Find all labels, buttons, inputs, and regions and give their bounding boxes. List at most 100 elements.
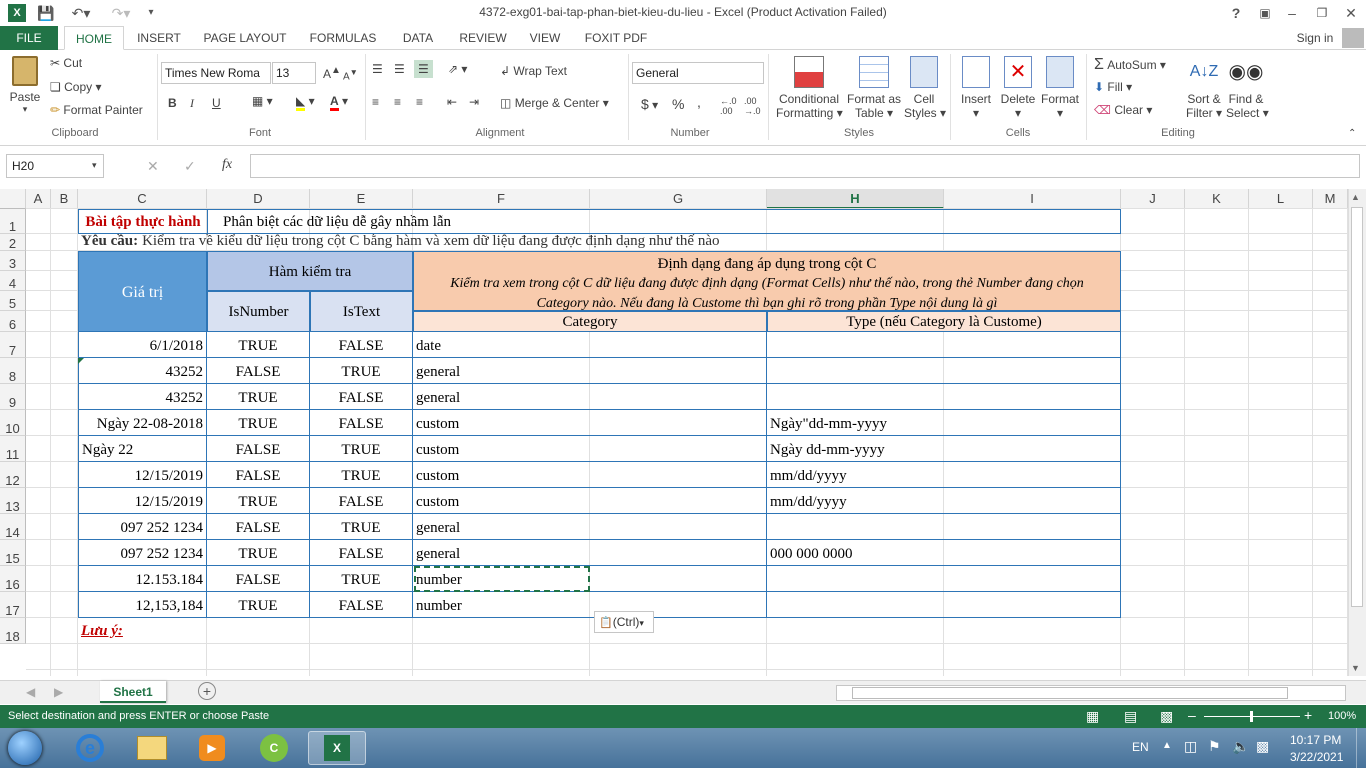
align-left-icon[interactable]: ≡ xyxy=(372,95,379,109)
header-isnumber[interactable]: IsNumber xyxy=(207,291,310,332)
note-label[interactable]: Lưu ý: xyxy=(78,618,207,644)
fill-color-icon[interactable]: ◣ ▾ xyxy=(296,94,315,111)
autosum-button[interactable]: Σ AutoSum ▾ xyxy=(1094,56,1166,74)
horizontal-scroll-thumb[interactable] xyxy=(852,687,1288,699)
coccoc-browser-icon[interactable]: C xyxy=(248,731,300,765)
cell-c15[interactable]: 097 252 1234 xyxy=(78,540,207,566)
increase-decimal-icon[interactable]: ←.0.00 xyxy=(720,96,737,116)
cell-h9[interactable] xyxy=(767,384,1121,410)
formula-input[interactable] xyxy=(250,154,1360,178)
cell-f10[interactable]: custom xyxy=(413,410,767,436)
action-center-icon[interactable]: ⚑ xyxy=(1208,738,1221,755)
exercise-subtitle[interactable]: Phân biệt các dữ liệu dễ gây nhầm lẫn xyxy=(207,209,1121,234)
help-button[interactable]: ? xyxy=(1228,3,1244,23)
next-sheet-icon[interactable]: ▶ xyxy=(54,685,63,699)
orientation-icon[interactable]: ⇗ ▾ xyxy=(448,62,467,76)
cell-h16[interactable] xyxy=(767,566,1121,592)
sort-filter-button[interactable]: A↓Z Sort & Filter ▾ xyxy=(1184,56,1224,120)
cell-h14[interactable] xyxy=(767,514,1121,540)
cell-d17[interactable]: TRUE xyxy=(207,592,310,618)
cell-e13[interactable]: FALSE xyxy=(310,488,413,514)
header-format-desc[interactable]: Kiểm tra xem trong cột C dữ liệu đang đư… xyxy=(413,271,1121,311)
tab-review[interactable]: REVIEW xyxy=(452,26,514,50)
tab-formulas[interactable]: FORMULAS xyxy=(302,26,384,50)
delete-cells-button[interactable]: ✕ Delete ▾ xyxy=(998,56,1038,120)
restore-icon[interactable]: ❐ xyxy=(1313,3,1331,23)
cell-h13[interactable]: mm/dd/yyyy xyxy=(767,488,1121,514)
cell-e10[interactable]: FALSE xyxy=(310,410,413,436)
scroll-down-icon[interactable]: ▼ xyxy=(1351,663,1360,673)
cell-e16[interactable]: TRUE xyxy=(310,566,413,592)
file-explorer-icon[interactable] xyxy=(126,731,178,765)
minimize-icon[interactable]: – xyxy=(1283,3,1301,23)
cell-d13[interactable]: TRUE xyxy=(207,488,310,514)
tab-data[interactable]: DATA xyxy=(392,26,444,50)
align-right-icon[interactable]: ≡ xyxy=(416,95,423,109)
volume-icon[interactable]: 🔈 xyxy=(1232,738,1249,755)
zoom-out-icon[interactable]: – xyxy=(1188,707,1196,723)
comma-button[interactable]: , xyxy=(697,94,701,110)
font-color-icon[interactable]: A ▾ xyxy=(330,94,348,111)
cell-d9[interactable]: TRUE xyxy=(207,384,310,410)
decrease-font-icon[interactable]: A▼ xyxy=(343,67,358,82)
paste-button[interactable]: Paste ▾ xyxy=(8,56,42,115)
cell-h11[interactable]: Ngày dd-mm-yyyy xyxy=(767,436,1121,462)
show-desktop-button[interactable] xyxy=(1356,728,1366,768)
header-type[interactable]: Type (nếu Category là Custome) xyxy=(767,311,1121,332)
cell-h15[interactable]: 000 000 0000 xyxy=(767,540,1121,566)
increase-font-icon[interactable]: A▲ xyxy=(323,65,341,81)
cell-e14[interactable]: TRUE xyxy=(310,514,413,540)
header-format-title[interactable]: Định dạng đang áp dụng trong cột C xyxy=(413,251,1121,271)
cell-h10[interactable]: Ngày"dd-mm-yyyy xyxy=(767,410,1121,436)
exercise-title[interactable]: Bài tập thực hành xyxy=(78,209,207,234)
sheet-tab-sheet1[interactable]: Sheet1 xyxy=(100,681,166,703)
cell-e11[interactable]: TRUE xyxy=(310,436,413,462)
enter-formula-icon[interactable]: ✓ xyxy=(184,158,196,175)
align-top-icon[interactable]: ☰ xyxy=(372,62,383,76)
cell-c10[interactable]: Ngày 22-08-2018 xyxy=(78,410,207,436)
scroll-thumb[interactable] xyxy=(1351,207,1363,607)
cell-c12[interactable]: 12/15/2019 xyxy=(78,462,207,488)
worksheet-grid[interactable]: ABCDEFGHIJKLM 1 2 3 4 5 6 7 8 9 10 11 12 13 14 15 16 17 1… xyxy=(0,189,1366,676)
cell-e9[interactable]: FALSE xyxy=(310,384,413,410)
header-check-functions[interactable]: Hàm kiểm tra xyxy=(207,251,413,291)
page-break-view-icon[interactable]: ▩ xyxy=(1160,708,1173,725)
cell-c14[interactable]: 097 252 1234 xyxy=(78,514,207,540)
align-center-icon[interactable]: ≡ xyxy=(394,95,401,109)
zoom-slider-thumb[interactable] xyxy=(1250,711,1253,722)
find-select-button[interactable]: ◉◉ Find & Select ▾ xyxy=(1226,56,1269,120)
font-size-select[interactable]: 13 xyxy=(272,62,316,84)
format-painter-button[interactable]: ✏ Format Painter xyxy=(50,103,143,117)
cell-c7[interactable]: 6/1/2018 xyxy=(78,332,207,358)
cell-f9[interactable]: general xyxy=(413,384,767,410)
number-format-select[interactable]: General xyxy=(632,62,764,84)
network-icon[interactable]: ◫ xyxy=(1184,738,1197,755)
name-box-dropdown-icon[interactable]: ▾ xyxy=(92,160,97,171)
insert-cells-button[interactable]: Insert ▾ xyxy=(956,56,996,120)
cell-c13[interactable]: 12/15/2019 xyxy=(78,488,207,514)
zoom-in-icon[interactable]: + xyxy=(1304,707,1312,723)
cell-c16[interactable]: 12.153.184 xyxy=(78,566,207,592)
wrap-text-button[interactable]: ↲ Wrap Text xyxy=(500,64,567,78)
normal-view-icon[interactable]: ▦ xyxy=(1086,708,1099,725)
cell-h7[interactable] xyxy=(767,332,1121,358)
cell-c8[interactable]: 43252 xyxy=(78,358,207,384)
format-as-table-button[interactable]: Format as Table ▾ xyxy=(846,56,902,120)
zoom-level[interactable]: 100% xyxy=(1328,710,1356,722)
tab-view[interactable]: VIEW xyxy=(522,26,568,50)
signal-icon[interactable]: ▩ xyxy=(1256,738,1269,755)
cell-f17[interactable]: number xyxy=(413,592,767,618)
align-middle-icon[interactable]: ☰ xyxy=(394,62,405,76)
conditional-formatting-button[interactable]: Conditional Formatting ▾ xyxy=(776,56,843,120)
clock-time[interactable]: 10:17 PM xyxy=(1290,733,1341,747)
cell-d11[interactable]: FALSE xyxy=(207,436,310,462)
insert-function-icon[interactable]: fx xyxy=(222,157,232,173)
cell-d15[interactable]: TRUE xyxy=(207,540,310,566)
close-icon[interactable]: ✕ xyxy=(1342,3,1360,23)
cell-h17[interactable] xyxy=(767,592,1121,618)
clear-button[interactable]: ⌫ Clear ▾ xyxy=(1094,103,1152,117)
show-hidden-icons[interactable]: ▲ xyxy=(1162,740,1172,751)
tab-page-layout[interactable]: PAGE LAYOUT xyxy=(196,26,294,50)
cell-f14[interactable]: general xyxy=(413,514,767,540)
format-cells-button[interactable]: Format ▾ xyxy=(1040,56,1080,120)
